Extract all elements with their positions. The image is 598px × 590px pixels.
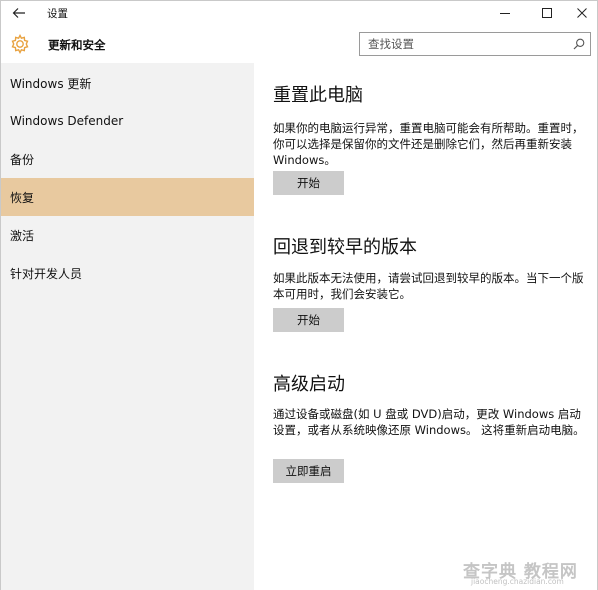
go-back-description: 如果此版本无法使用，请尝试回退到较早的版本。当下一个版本可用时，我们会安装它。 (273, 271, 584, 301)
reset-pc-title: 重置此电脑 (273, 85, 363, 106)
maximize-icon (542, 8, 552, 18)
window-title: 设置 (47, 8, 68, 20)
restart-now-button[interactable]: 立即重启 (273, 459, 344, 483)
sidebar-item-activation[interactable]: 激活 (1, 216, 254, 254)
search-icon[interactable] (573, 38, 585, 50)
search-box[interactable] (359, 32, 591, 56)
sidebar: Windows 更新 Windows Defender 备份 恢复 激活 针对开… (1, 63, 254, 590)
sidebar-item-recovery[interactable]: 恢复 (1, 178, 254, 216)
sidebar-item-label: 针对开发人员 (10, 266, 83, 281)
advanced-startup-title: 高级启动 (273, 374, 345, 395)
sidebar-item-for-developers[interactable]: 针对开发人员 (1, 254, 254, 292)
minimize-button[interactable] (488, 1, 522, 25)
sidebar-item-label: 激活 (10, 228, 35, 243)
go-back-start-button[interactable]: 开始 (273, 308, 344, 332)
search-input[interactable] (360, 33, 566, 55)
watermark-url: jiaocheng.chazidian.com (471, 577, 564, 586)
sidebar-item-backup[interactable]: 备份 (1, 140, 254, 178)
sidebar-item-windows-update[interactable]: Windows 更新 (1, 64, 254, 102)
sidebar-item-label: Windows 更新 (10, 76, 92, 91)
reset-pc-start-button[interactable]: 开始 (273, 171, 344, 195)
sidebar-item-label: 备份 (10, 152, 35, 167)
minimize-icon (500, 13, 510, 14)
sidebar-item-label: 恢复 (10, 190, 35, 205)
main-content: 重置此电脑 如果你的电脑运行异常，重置电脑可能会有所帮助。重置时，你可以选择是保… (254, 63, 597, 590)
gear-icon (11, 33, 29, 55)
settings-window: 设置 更新和安全 查找设置 Windows 更新 Windows Defende… (0, 0, 598, 590)
maximize-button[interactable] (530, 1, 564, 25)
advanced-startup-description: 通过设备或磁盘(如 U 盘或 DVD)启动，更改 Windows 启动设置，或者… (273, 407, 585, 437)
back-arrow-icon (12, 8, 25, 18)
title-bar: 设置 (1, 1, 597, 27)
close-icon (577, 8, 587, 18)
sidebar-item-windows-defender[interactable]: Windows Defender (1, 102, 254, 140)
page-title: 更新和安全 (48, 38, 106, 52)
sidebar-item-label: Windows Defender (10, 114, 124, 128)
page-header: 更新和安全 (1, 27, 597, 63)
back-button[interactable] (5, 2, 33, 24)
reset-pc-description: 如果你的电脑运行异常，重置电脑可能会有所帮助。重置时，你可以选择是保留你的文件还… (273, 121, 584, 167)
close-button[interactable] (565, 1, 598, 25)
go-back-title: 回退到较早的版本 (273, 237, 417, 258)
